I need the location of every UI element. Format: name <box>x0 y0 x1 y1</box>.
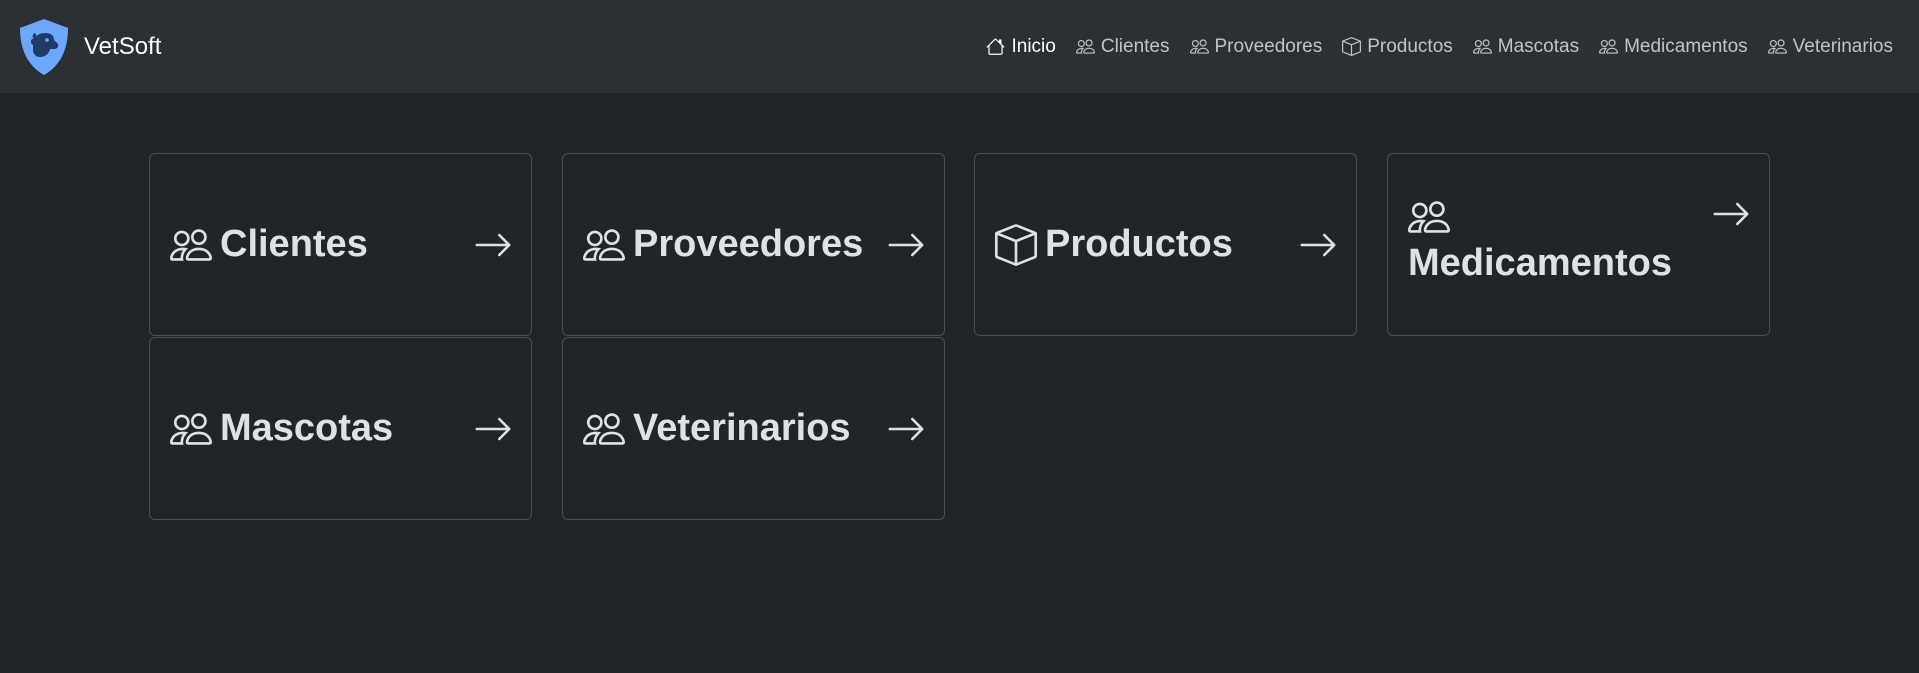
card-title: Productos <box>1045 223 1233 265</box>
card-clientes[interactable]: Clientes <box>149 153 532 336</box>
nav-item-label: Clientes <box>1100 35 1170 57</box>
card-title: Medicamentos <box>1408 242 1672 284</box>
people-icon <box>1473 37 1492 56</box>
people-icon <box>583 224 625 266</box>
nav-item-label: Proveedores <box>1214 35 1323 57</box>
arrow-right-icon <box>473 225 513 265</box>
people-icon <box>170 408 212 450</box>
card-title: Proveedores <box>633 223 864 265</box>
nav-item-clientes[interactable]: Clientes <box>1076 36 1170 58</box>
nav-item-label: Mascotas <box>1497 35 1580 57</box>
arrow-right-icon <box>473 409 513 449</box>
people-icon <box>1190 37 1209 56</box>
shield-dog-logo <box>20 18 68 75</box>
top-navbar: VetSoft Inicio Clientes Proveedores Prod… <box>0 0 1919 93</box>
people-icon <box>1076 37 1095 56</box>
nav-item-label: Veterinarios <box>1792 35 1893 57</box>
nav-item-inicio[interactable]: Inicio <box>986 35 1056 58</box>
arrow-right-icon <box>886 225 926 265</box>
nav-item-veterinarios[interactable]: Veterinarios <box>1768 36 1893 58</box>
arrow-right-icon <box>886 409 926 449</box>
box-icon <box>995 224 1037 266</box>
card-medicamentos[interactable]: Medicamentos <box>1387 153 1770 336</box>
nav-item-proveedores[interactable]: Proveedores <box>1190 35 1323 58</box>
nav-item-label: Productos <box>1367 35 1453 57</box>
arrow-right-icon <box>1711 194 1751 234</box>
box-icon <box>1342 37 1361 56</box>
people-icon <box>170 224 212 266</box>
nav-item-productos[interactable]: Productos <box>1342 36 1453 58</box>
people-icon <box>1408 196 1450 238</box>
brand[interactable]: VetSoft <box>14 17 161 77</box>
card-title: Veterinarios <box>633 407 851 449</box>
nav-item-mascotas[interactable]: Mascotas <box>1473 36 1579 58</box>
card-title: Clientes <box>220 223 368 265</box>
card-mascotas[interactable]: Mascotas <box>149 337 532 520</box>
brand-name: VetSoft <box>84 32 162 60</box>
nav-item-label: Medicamentos <box>1624 35 1748 57</box>
people-icon <box>1599 37 1618 56</box>
people-icon <box>583 408 625 450</box>
nav-item-medicamentos[interactable]: Medicamentos <box>1599 36 1748 58</box>
card-productos[interactable]: Productos <box>974 153 1357 336</box>
card-title: Mascotas <box>220 407 394 449</box>
card-proveedores[interactable]: Proveedores <box>562 153 945 336</box>
nav-item-label: Inicio <box>1011 35 1056 57</box>
card-veterinarios[interactable]: Veterinarios <box>562 337 945 520</box>
people-icon <box>1768 37 1787 56</box>
nav-links: Inicio Clientes Proveedores Productos Ma… <box>986 36 1905 58</box>
house-icon <box>986 37 1005 56</box>
arrow-right-icon <box>1298 225 1338 265</box>
